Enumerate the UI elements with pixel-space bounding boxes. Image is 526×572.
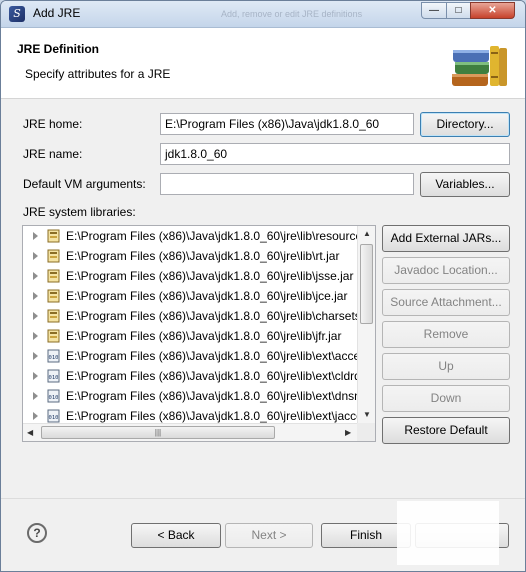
library-row[interactable]: E:\Program Files (x86)\Java\jdk1.8.0_60\…	[23, 326, 357, 346]
expand-arrow-icon[interactable]	[33, 272, 38, 280]
library-row[interactable]: E:\Program Files (x86)\Java\jdk1.8.0_60\…	[23, 226, 357, 246]
library-books-icon	[452, 46, 507, 86]
jre-name-field[interactable]: jdk1.8.0_60	[160, 143, 510, 165]
expand-arrow-icon[interactable]	[33, 352, 38, 360]
vertical-scrollbar[interactable]: ▲ ▼	[357, 226, 375, 423]
library-path: E:\Program Files (x86)\Java\jdk1.8.0_60\…	[66, 409, 357, 423]
library-row[interactable]: E:\Program Files (x86)\Java\jdk1.8.0_60\…	[23, 286, 357, 306]
vertical-scroll-thumb[interactable]	[360, 244, 373, 324]
binary-jar-icon: 010	[47, 389, 60, 403]
expand-arrow-icon[interactable]	[33, 252, 38, 260]
jre-system-libraries-label: JRE system libraries:	[23, 205, 136, 219]
vm-arguments-label: Default VM arguments:	[23, 177, 146, 191]
scroll-right-arrow-icon[interactable]: ▶	[345, 428, 351, 437]
expand-arrow-icon[interactable]	[33, 312, 38, 320]
horizontal-scroll-thumb[interactable]: |||	[41, 426, 275, 439]
help-icon[interactable]: ?	[27, 523, 47, 543]
back-button[interactable]: < Back	[131, 523, 221, 548]
jre-home-label: JRE home:	[23, 117, 83, 131]
variables-button[interactable]: Variables...	[420, 172, 510, 197]
up-button[interactable]: Up	[382, 353, 510, 380]
svg-text:010: 010	[49, 415, 59, 421]
library-path: E:\Program Files (x86)\Java\jdk1.8.0_60\…	[66, 389, 357, 403]
add-external-jars-button[interactable]: Add External JARs...	[382, 225, 510, 252]
svg-text:010: 010	[49, 375, 59, 381]
jre-libraries-tree[interactable]: E:\Program Files (x86)\Java\jdk1.8.0_60\…	[22, 225, 376, 442]
binary-jar-icon: 010	[47, 369, 60, 383]
binary-jar-icon: 010	[47, 349, 60, 363]
library-row[interactable]: E:\Program Files (x86)\Java\jdk1.8.0_60\…	[23, 266, 357, 286]
scroll-left-arrow-icon[interactable]: ◀	[27, 428, 33, 437]
svg-text:010: 010	[49, 395, 59, 401]
remove-button[interactable]: Remove	[382, 321, 510, 348]
library-path: E:\Program Files (x86)\Java\jdk1.8.0_60\…	[66, 369, 357, 383]
window-title: Add JRE	[33, 6, 81, 20]
jar-icon	[47, 249, 60, 263]
scroll-down-arrow-icon[interactable]: ▼	[363, 410, 371, 419]
jar-icon	[47, 229, 60, 243]
jre-home-field[interactable]: E:\Program Files (x86)\Java\jdk1.8.0_60	[160, 113, 414, 135]
svg-text:010: 010	[49, 355, 59, 361]
library-row[interactable]: 010 E:\Program Files (x86)\Java\jdk1.8.0…	[23, 366, 357, 386]
add-jre-dialog: S Add JRE Add, remove or edit JRE defini…	[0, 0, 526, 572]
expand-arrow-icon[interactable]	[33, 292, 38, 300]
library-path: E:\Program Files (x86)\Java\jdk1.8.0_60\…	[66, 349, 357, 363]
title-bar[interactable]: S Add JRE Add, remove or edit JRE defini…	[1, 1, 525, 28]
eclipse-app-icon: S	[9, 6, 25, 22]
library-row[interactable]: 010 E:\Program Files (x86)\Java\jdk1.8.0…	[23, 346, 357, 366]
library-path: E:\Program Files (x86)\Java\jdk1.8.0_60\…	[66, 309, 357, 323]
page-subtitle: Specify attributes for a JRE	[25, 67, 171, 81]
expand-arrow-icon[interactable]	[33, 232, 38, 240]
scroll-up-arrow-icon[interactable]: ▲	[363, 229, 371, 238]
horizontal-scrollbar[interactable]: ◀ ||| ▶	[23, 423, 357, 441]
close-button[interactable]: ✕	[470, 2, 515, 19]
jar-icon	[47, 289, 60, 303]
footer-separator	[1, 498, 525, 499]
binary-jar-icon: 010	[47, 409, 60, 423]
library-row[interactable]: E:\Program Files (x86)\Java\jdk1.8.0_60\…	[23, 246, 357, 266]
background-window-title: Add, remove or edit JRE definitions	[221, 9, 363, 19]
scrollbar-corner	[357, 423, 375, 441]
expand-arrow-icon[interactable]	[33, 332, 38, 340]
restore-default-button[interactable]: Restore Default	[382, 417, 510, 444]
jre-name-label: JRE name:	[23, 147, 83, 161]
expand-arrow-icon[interactable]	[33, 372, 38, 380]
vm-arguments-field[interactable]	[160, 173, 414, 195]
maximize-button[interactable]: □	[446, 2, 471, 19]
library-row[interactable]: E:\Program Files (x86)\Java\jdk1.8.0_60\…	[23, 306, 357, 326]
down-button[interactable]: Down	[382, 385, 510, 412]
library-row[interactable]: 010 E:\Program Files (x86)\Java\jdk1.8.0…	[23, 386, 357, 406]
library-path: E:\Program Files (x86)\Java\jdk1.8.0_60\…	[66, 329, 342, 343]
library-path: E:\Program Files (x86)\Java\jdk1.8.0_60\…	[66, 269, 354, 283]
library-path: E:\Program Files (x86)\Java\jdk1.8.0_60\…	[66, 289, 348, 303]
javadoc-location-button[interactable]: Javadoc Location...	[382, 257, 510, 284]
expand-arrow-icon[interactable]	[33, 392, 38, 400]
page-title: JRE Definition	[17, 42, 100, 56]
jar-icon	[47, 329, 60, 343]
directory-button[interactable]: Directory...	[420, 112, 510, 137]
jar-icon	[47, 309, 60, 323]
library-path: E:\Program Files (x86)\Java\jdk1.8.0_60\…	[66, 249, 340, 263]
wizard-header: JRE Definition Specify attributes for a …	[1, 28, 525, 99]
jar-icon	[47, 269, 60, 283]
obscuring-overlay	[397, 501, 499, 565]
source-attachment-button[interactable]: Source Attachment...	[382, 289, 510, 316]
next-button[interactable]: Next >	[225, 523, 313, 548]
expand-arrow-icon[interactable]	[33, 412, 38, 420]
library-path: E:\Program Files (x86)\Java\jdk1.8.0_60\…	[66, 229, 357, 243]
minimize-button[interactable]: —	[421, 2, 447, 19]
